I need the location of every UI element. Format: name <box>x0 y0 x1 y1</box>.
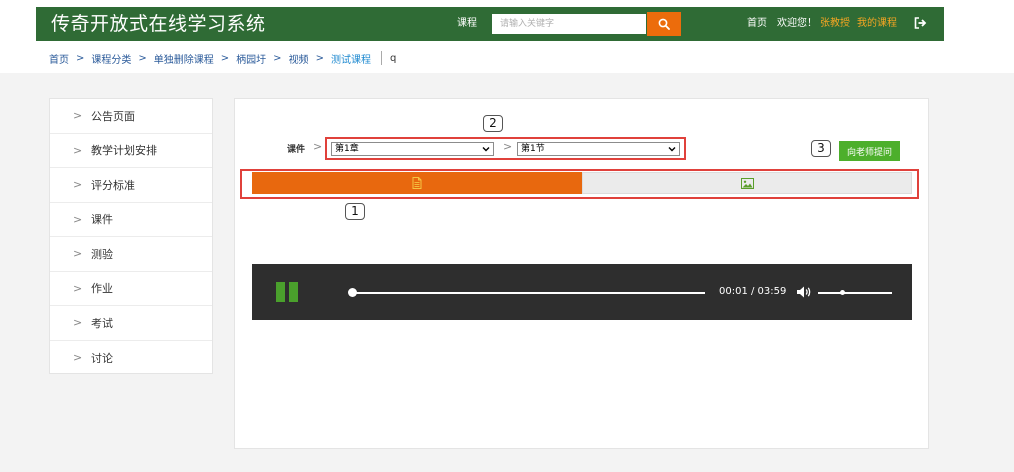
pause-button[interactable] <box>276 282 298 302</box>
breadcrumb-trailing-text: q <box>389 52 397 64</box>
progress-knob[interactable] <box>348 288 358 297</box>
sidebar-item-exam[interactable]: > 考试 <box>50 306 212 341</box>
breadcrumb-item-video[interactable]: 视频 <box>289 51 309 66</box>
breadcrumb-separator-icon: > <box>220 52 230 64</box>
sidebar-item-homework[interactable]: > 作业 <box>50 272 212 306</box>
logout-icon[interactable] <box>913 16 927 30</box>
sidebar-item-teaching-plan[interactable]: > 教学计划安排 <box>50 134 212 168</box>
breadcrumb-separator-icon: > <box>138 52 147 64</box>
callout-badge-1: 1 <box>345 203 365 220</box>
user-name-link[interactable]: 张教授 <box>820 17 850 31</box>
volume-slider[interactable] <box>818 292 892 294</box>
sidebar-item-courseware[interactable]: > 课件 <box>50 203 212 237</box>
sidebar-item-label: 公告页面 <box>91 109 135 123</box>
callout-badge-3: 3 <box>811 140 831 157</box>
search-button[interactable] <box>647 12 681 36</box>
progress-bar[interactable] <box>351 292 705 294</box>
breadcrumb: 首页 > 课程分类 > 单独删除课程 > 柄园圩 > 视频 > 测试课程 q <box>49 50 396 66</box>
sidebar-item-label: 作业 <box>91 282 113 296</box>
my-courses-link[interactable]: 我的课程 <box>857 17 897 31</box>
sidebar-item-label: 教学计划安排 <box>91 144 157 158</box>
chevron-right-icon: > <box>73 143 83 157</box>
sidebar-item-announcements[interactable]: > 公告页面 <box>50 99 212 134</box>
courseware-label: 课件 <box>287 145 306 155</box>
chevron-right-icon: > <box>73 212 83 226</box>
sidebar-item-label: 评分标准 <box>91 178 135 192</box>
pause-icon <box>276 282 285 302</box>
volume-icon[interactable] <box>796 285 812 299</box>
breadcrumb-item-course-delete[interactable]: 单独删除课程 <box>154 51 214 66</box>
nav-home-link[interactable]: 首页 <box>747 17 767 31</box>
breadcrumb-item-category[interactable]: 课程分类 <box>91 51 131 66</box>
media-tabs-highlight-box <box>240 169 919 199</box>
callout-badge-2: 2 <box>483 115 503 132</box>
chevron-right-icon: > <box>73 281 83 295</box>
breadcrumb-divider <box>380 51 382 65</box>
chevron-right-icon: > <box>73 316 83 330</box>
breadcrumb-separator-icon: > <box>76 52 85 64</box>
chapter-section-highlight-box <box>325 137 686 160</box>
pause-icon <box>289 282 298 302</box>
sidebar-item-grading[interactable]: > 评分标准 <box>50 168 212 203</box>
time-display: 00:01 / 03:59 <box>719 286 787 297</box>
breadcrumb-separator-icon: > <box>315 52 324 64</box>
sidebar-item-quiz[interactable]: > 测验 <box>50 237 212 272</box>
sidebar-item-discussion[interactable]: > 讨论 <box>50 341 212 376</box>
chevron-right-icon: > <box>73 247 83 261</box>
chevron-right-icon: > <box>73 351 83 365</box>
breadcrumb-separator-icon: > <box>273 52 282 64</box>
sidebar-menu: > 公告页面 > 教学计划安排 > 评分标准 > 课件 > 测验 > 作业 > … <box>49 98 213 374</box>
site-title: 传奇开放式在线学习系统 <box>51 13 266 35</box>
breadcrumb-item-current[interactable]: 测试课程 <box>331 51 371 66</box>
welcome-text: 欢迎您！ <box>777 18 817 29</box>
top-header-bar: 传奇开放式在线学习系统 课程 首页 欢迎您！ 张教授 我的课程 <box>36 7 944 41</box>
volume-knob[interactable] <box>839 290 845 295</box>
search-category-label[interactable]: 课程 <box>457 17 477 31</box>
sidebar-item-label: 考试 <box>91 316 113 330</box>
chevron-right-icon: > <box>73 109 83 123</box>
sidebar-item-label: 测验 <box>91 247 113 261</box>
ask-teacher-button[interactable]: 向老师提问 <box>839 141 900 161</box>
chevron-right-icon: > <box>73 178 83 192</box>
sidebar-item-label: 讨论 <box>91 351 113 365</box>
breadcrumb-item-home[interactable]: 首页 <box>49 51 69 66</box>
search-input[interactable] <box>492 14 646 34</box>
search-icon <box>658 18 670 30</box>
media-player: 00:01 / 03:59 <box>252 264 912 320</box>
breadcrumb-item-subcategory[interactable]: 柄园圩 <box>236 51 266 66</box>
sidebar-item-label: 课件 <box>91 213 113 227</box>
chevron-right-icon: > <box>313 140 323 153</box>
